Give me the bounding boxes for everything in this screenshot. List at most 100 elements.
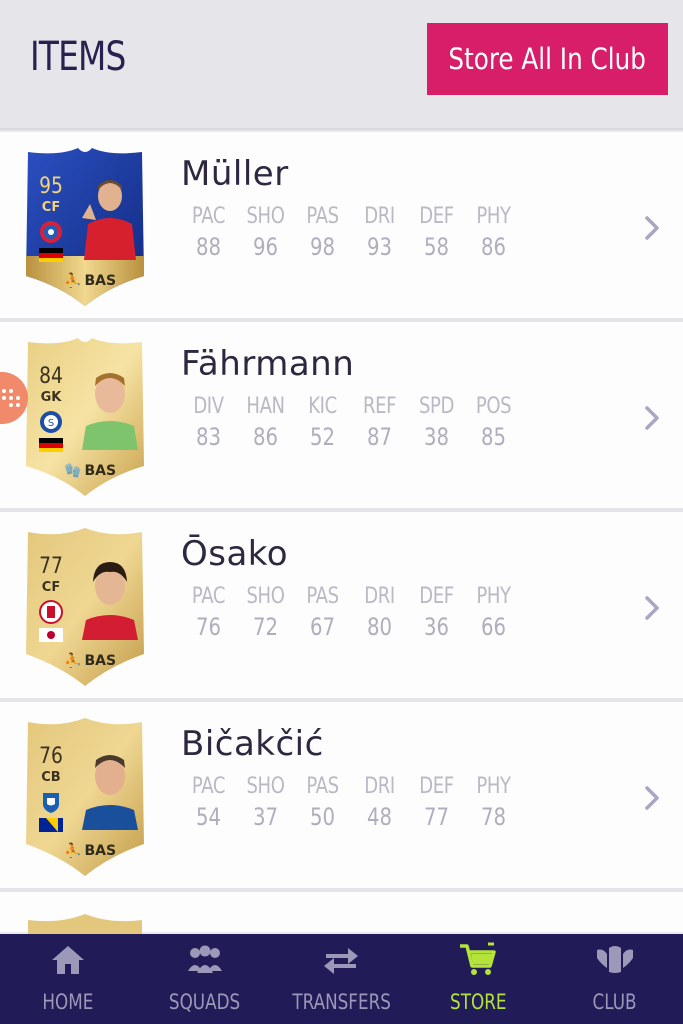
player-stats: PAC 76 SHO 72 PAS 67 DRI 80 DEF 36 PHY 66: [180, 584, 522, 641]
stat-label: PAS: [306, 584, 339, 609]
stat-label: PHY: [476, 774, 511, 799]
tab-label: TRANSFERS: [292, 990, 391, 1014]
player-name: Fährmann: [181, 344, 355, 384]
tab-label: STORE: [449, 990, 507, 1014]
bosnia-flag-icon: [39, 818, 63, 832]
stat-label: DRI: [364, 774, 395, 799]
tab-label: SQUADS: [169, 990, 241, 1014]
stat-value: 86: [252, 423, 279, 451]
bottom-tab-bar: HOME SQUADS TRANSFERS STORE CLUB: [0, 934, 683, 1024]
store-all-in-club-label: Store All In Club: [448, 42, 647, 76]
stat-label: DEF: [419, 204, 454, 229]
hoffenheim-badge-icon: [43, 793, 59, 813]
player-card: 95 CF ⛹ BAS: [20, 144, 150, 308]
chemistry-style: ⛹ BAS: [64, 272, 134, 290]
card-rating: 76: [39, 744, 63, 769]
card-position: CF: [41, 580, 61, 595]
chevron-right-icon[interactable]: [643, 784, 661, 812]
player-portrait: [82, 373, 138, 450]
chevron-right-icon[interactable]: [643, 214, 661, 242]
stat-label: PAC: [191, 204, 226, 229]
stat-value: 93: [366, 233, 393, 261]
transfers-icon: [321, 942, 361, 978]
player-stats: PAC 88 SHO 96 PAS 98 DRI 93 DEF 58 PHY 86: [180, 204, 522, 261]
player-stats: PAC 54 SHO 37 PAS 50 DRI 48 DEF 77 PHY 78: [180, 774, 522, 831]
stat-value: 87: [366, 423, 393, 451]
stat-value: 37: [252, 803, 279, 831]
chemistry-icon: ⛹: [64, 273, 82, 289]
stat-value: 38: [423, 423, 450, 451]
stat-label: SHO: [246, 204, 285, 229]
squads-icon: [185, 942, 225, 978]
chemistry-style-label: BAS: [84, 273, 117, 289]
list-item[interactable]: 77 CF ⛹ BAS Ōsako PAC 76 SHO 72 PAS 67 D…: [0, 512, 683, 702]
stat-label: KIC: [308, 394, 337, 419]
list-item[interactable]: 95 CF ⛹ BAS Müller PAC 88 SHO 96 PAS 98 …: [0, 132, 683, 322]
chemistry-style-label: BAS: [84, 463, 117, 479]
stat-label: DRI: [364, 204, 395, 229]
item-list: 95 CF ⛹ BAS Müller PAC 88 SHO 96 PAS 98 …: [0, 132, 683, 940]
stat-value: 67: [309, 613, 336, 641]
chemistry-icon: ⛹: [64, 653, 82, 669]
tab-store[interactable]: STORE: [410, 934, 547, 1024]
list-item[interactable]: [0, 892, 683, 940]
stat-value: 86: [480, 233, 507, 261]
svg-text:S: S: [48, 418, 54, 429]
card-position: CB: [41, 770, 61, 785]
schalke-badge-icon: S: [40, 411, 62, 433]
stat-value: 77: [423, 803, 450, 831]
page-title: ITEMS: [30, 34, 126, 80]
player-card: 84 GK S 🧤 BAS: [20, 334, 150, 498]
chemistry-style: 🧤 BAS: [64, 462, 134, 480]
stat-value: 78: [480, 803, 507, 831]
chevron-right-icon[interactable]: [643, 594, 661, 622]
stat-value: 72: [252, 613, 279, 641]
stat-value: 66: [480, 613, 507, 641]
tab-label: CLUB: [592, 990, 637, 1014]
tab-squads[interactable]: SQUADS: [137, 934, 274, 1024]
card-rating: 84: [39, 364, 63, 389]
stat-label: HAN: [246, 394, 285, 419]
stat-label: PAC: [191, 584, 226, 609]
tab-home[interactable]: HOME: [0, 934, 137, 1024]
player-portrait: [82, 562, 138, 640]
germany-flag-icon: [39, 248, 63, 262]
stat-label: DRI: [364, 584, 395, 609]
list-item[interactable]: 76 CB ⛹ BAS Bičakčić PAC 54 SHO 37 PAS 5…: [0, 702, 683, 892]
stat-value: 48: [366, 803, 393, 831]
koln-badge-icon: [39, 600, 63, 624]
stat-label: SHO: [246, 774, 285, 799]
player-stats: DIV 83 HAN 86 KIC 52 REF 87 SPD 38 POS 85: [180, 394, 522, 451]
germany-flag-icon: [39, 438, 63, 452]
chemistry-style-label: BAS: [84, 843, 117, 859]
list-item[interactable]: 84 GK S 🧤 BAS Fährmann DIV 83 HAN 86 KIC…: [0, 322, 683, 512]
japan-flag-icon: [39, 628, 63, 642]
chemistry-icon: ⛹: [64, 843, 82, 859]
stat-value: 98: [309, 233, 336, 261]
stat-label: DEF: [419, 774, 454, 799]
stat-value: 58: [423, 233, 450, 261]
home-icon: [48, 942, 88, 978]
stat-value: 50: [309, 803, 336, 831]
stat-label: REF: [362, 394, 397, 419]
bayern-badge-icon: [40, 221, 62, 243]
stat-value: 52: [309, 423, 336, 451]
chevron-right-icon[interactable]: [643, 404, 661, 432]
stat-value: 85: [480, 423, 507, 451]
cart-icon: [458, 942, 498, 978]
store-all-in-club-button[interactable]: Store All In Club: [427, 23, 668, 95]
tab-transfers[interactable]: TRANSFERS: [273, 934, 410, 1024]
stat-label: PHY: [476, 204, 511, 229]
stat-label: DEF: [419, 584, 454, 609]
tab-club[interactable]: CLUB: [546, 934, 683, 1024]
club-icon: [595, 942, 635, 978]
card-position: GK: [40, 390, 62, 405]
stat-value: 83: [195, 423, 222, 451]
player-name: Bičakčić: [181, 724, 324, 764]
stat-label: DIV: [193, 394, 224, 419]
player-portrait: [82, 180, 136, 260]
chemistry-style-label: BAS: [84, 653, 117, 669]
player-card: 77 CF ⛹ BAS: [20, 524, 150, 688]
stat-label: PAS: [306, 774, 339, 799]
stat-label: SPD: [418, 394, 454, 419]
